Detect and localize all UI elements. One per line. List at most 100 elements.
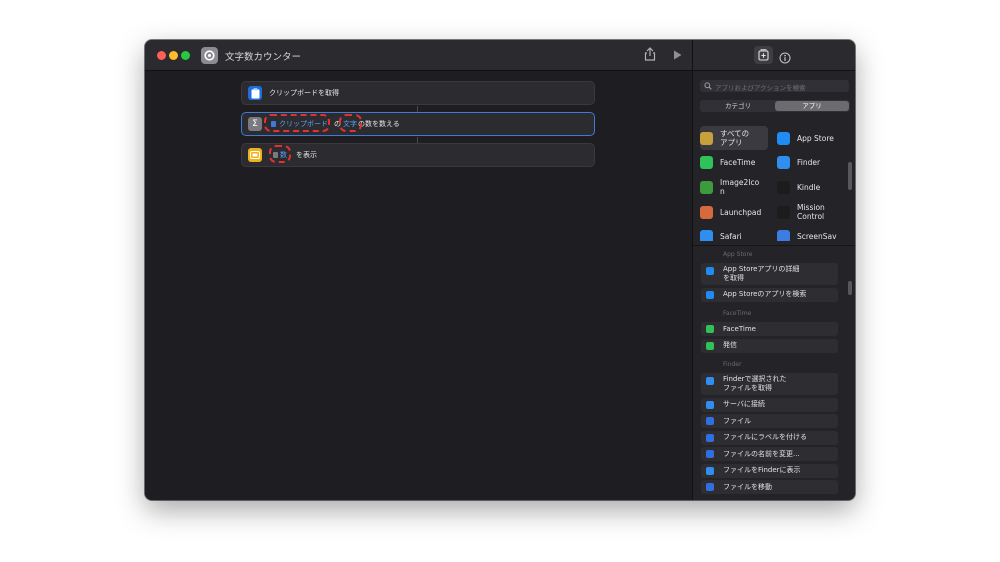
search-placeholder: アプリおよびアクションを検索	[715, 84, 806, 92]
app-item[interactable]: Finder	[777, 151, 820, 173]
search-field[interactable]: アプリおよびアクションを検索	[700, 80, 849, 92]
app-item[interactable]: Launchpad	[700, 201, 761, 223]
action-item-label: ファイル	[723, 416, 751, 425]
action-library-sidebar: アプリおよびアクションを検索 カテゴリ アプリ すべての アプリ App Stor…	[692, 71, 855, 500]
action-label: クリップボードを取得	[269, 89, 339, 97]
window-title[interactable]: 文字数カウンター	[225, 49, 301, 63]
action-item[interactable]: App Storeのアプリを検索	[701, 287, 838, 302]
finder-icon	[706, 466, 714, 475]
app-item[interactable]: Mission Control	[777, 201, 825, 223]
action-item-label: FaceTime	[723, 324, 756, 333]
action-item[interactable]: Finderで選択された ファイルを取得	[701, 373, 838, 395]
zoom-button[interactable]	[181, 51, 190, 60]
action-list-scrollbar[interactable]	[848, 281, 852, 295]
action-item-label: ファイルをFinderに表示	[723, 466, 801, 474]
action-get-clipboard[interactable]: クリップボードを取得	[241, 81, 595, 105]
action-item[interactable]: ファイルをFinderに表示	[701, 463, 838, 478]
library-add-button[interactable]	[754, 46, 773, 64]
view-segmented-control[interactable]: カテゴリ アプリ	[700, 100, 850, 112]
app-item-label: FaceTime	[720, 157, 756, 167]
app-item[interactable]: すべての アプリ	[700, 127, 749, 149]
facetime-icon	[706, 341, 714, 350]
app-item-label: Image2Ico n	[720, 178, 760, 196]
kindle-icon	[777, 180, 790, 194]
tag-icon	[706, 433, 714, 442]
action-item[interactable]: ファイルを移動	[701, 480, 838, 494]
highlight-unit-token	[339, 114, 362, 132]
app-item-label: すべての アプリ	[720, 129, 750, 147]
action-item[interactable]: サーバに接続	[701, 397, 838, 412]
tab-categories[interactable]: カテゴリ	[701, 101, 775, 111]
library-add-icon	[758, 49, 769, 61]
close-button[interactable]	[157, 51, 166, 60]
action-item-label: Finderで選択された ファイルを取得	[723, 375, 787, 392]
app-item[interactable]: Kindle	[777, 176, 820, 198]
app-item-label: Kindle	[797, 182, 821, 192]
grid-icon	[700, 131, 713, 145]
clipboard-icon	[248, 86, 262, 100]
section-header: Finder	[723, 361, 742, 368]
action-item[interactable]: ファイル	[701, 414, 838, 428]
app-item[interactable]: Image2Ico n	[700, 176, 759, 198]
image2icon-icon	[700, 180, 713, 194]
action-item[interactable]: FaceTime	[701, 322, 838, 336]
action-count-characters[interactable]: Σ クリップボード の 文字 の数を数える	[241, 112, 595, 136]
app-item-label: Safari	[720, 231, 742, 241]
app-item-label: Finder	[797, 157, 821, 167]
file-icon	[706, 417, 714, 425]
action-list: App Store App Storeアプリの詳細 を取得 App Storeのアプ…	[693, 246, 855, 500]
action-item-label: ファイルを移動	[723, 482, 772, 491]
finder-icon	[706, 377, 714, 385]
action-item-label: ファイルにラベルを付ける	[723, 433, 807, 441]
launchpad-icon	[700, 205, 713, 219]
action-item-label: 発信	[723, 341, 737, 349]
app-grid-scrollbar[interactable]	[848, 162, 852, 190]
action-item[interactable]: App Storeアプリの詳細 を取得	[701, 263, 838, 285]
tab-apps[interactable]: アプリ	[775, 101, 849, 111]
highlight-clipboard-token	[264, 114, 330, 132]
app-item-label: Mission Control	[797, 203, 825, 221]
safari-icon	[700, 229, 713, 241]
section-header: FaceTime	[723, 310, 752, 317]
app-item-label: App Store	[797, 133, 834, 143]
app-store-icon	[706, 290, 714, 299]
action-item[interactable]: ファイルの名前を変更...	[701, 447, 838, 461]
facetime-icon	[706, 325, 714, 333]
finder-icon	[777, 155, 790, 169]
app-item-label: ScreenSav	[797, 231, 837, 241]
app-store-icon	[777, 131, 790, 145]
sigma-icon: Σ	[248, 117, 262, 131]
screensaver-icon	[777, 229, 790, 241]
finder-icon	[706, 400, 714, 409]
action-item-label: ファイルの名前を変更...	[723, 449, 800, 458]
action-item-label: App Storeのアプリを検索	[723, 290, 807, 298]
action-label: の数を数える	[358, 120, 400, 128]
move-icon	[706, 483, 714, 491]
facetime-icon	[700, 155, 713, 169]
mission-control-icon	[777, 205, 790, 219]
shortcuts-window: 文字数カウンター クリップボードを取得 Σ クリップボード の 文字 の数を数え…	[145, 40, 855, 500]
play-icon[interactable]	[673, 49, 682, 63]
action-label: を表示	[296, 151, 317, 159]
share-icon[interactable]	[644, 47, 656, 64]
minimize-button[interactable]	[169, 51, 178, 60]
action-item-label: App Storeアプリの詳細 を取得	[723, 265, 800, 282]
app-item[interactable]: ScreenSav	[777, 225, 837, 241]
app-store-icon	[706, 267, 714, 275]
section-header: App Store	[723, 251, 753, 258]
title-bar: 文字数カウンター	[145, 40, 692, 71]
app-item[interactable]: Safari	[700, 225, 742, 241]
action-item[interactable]: ファイルにラベルを付ける	[701, 430, 838, 445]
app-item[interactable]: FaceTime	[700, 151, 755, 173]
workflow-editor: クリップボードを取得 Σ クリップボード の 文字 の数を数える 数 を表示	[145, 71, 692, 500]
app-item[interactable]: App Store	[777, 127, 834, 149]
action-item[interactable]: 発信	[701, 338, 838, 353]
shortcuts-icon[interactable]	[201, 47, 218, 64]
show-result-icon	[248, 148, 262, 162]
sidebar-header	[692, 40, 855, 71]
action-show-result[interactable]: 数 を表示	[241, 143, 595, 167]
info-icon[interactable]	[779, 49, 791, 68]
search-icon	[704, 82, 712, 90]
app-grid: すべての アプリ App Store FaceTime Finder Image2Ico…	[693, 121, 855, 241]
highlight-count-token	[269, 145, 291, 163]
